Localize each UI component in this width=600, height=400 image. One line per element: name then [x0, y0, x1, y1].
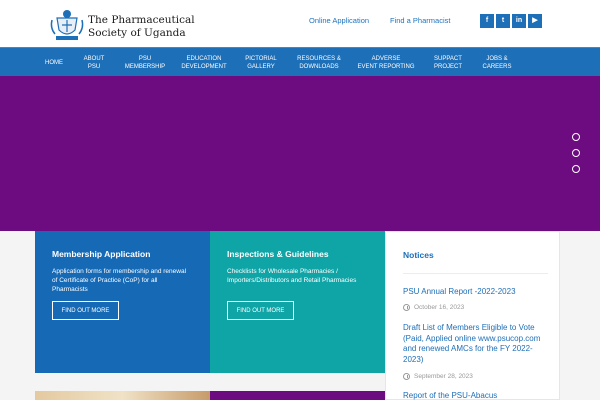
find-out-more-button[interactable]: FIND OUT MORE — [227, 301, 294, 320]
psu-logo-icon[interactable] — [49, 8, 85, 42]
nav-label: ABOUT — [83, 55, 105, 62]
clock-icon — [403, 304, 410, 311]
photo-tile[interactable] — [35, 391, 210, 400]
nav-label: DOWNLOADS — [299, 63, 339, 70]
slider-dot-1[interactable] — [572, 133, 580, 141]
nav-label: PSU — [138, 55, 152, 62]
main-nav: HOME ABOUT PSU PSU MEMBERSHIP EDUCATION DEV… — [0, 47, 600, 76]
card-title: Membership Application — [52, 249, 151, 259]
slider-dot-2[interactable] — [572, 149, 580, 157]
clock-icon — [403, 373, 410, 380]
find-pharmacist-link[interactable]: Find a Pharmacist — [390, 16, 450, 25]
card-title: Inspections & Guidelines — [227, 249, 329, 259]
notice-date: October 16, 2023 — [403, 304, 464, 311]
nav-label: CAREERS — [482, 63, 512, 70]
nav-label: PROJECT — [433, 63, 462, 70]
notices-panel: Notices PSU Annual Report -2022-2023 Oct… — [385, 231, 560, 400]
nav-label: GALLERY — [247, 63, 275, 70]
nav-item-pictorial-gallery[interactable]: PICTORIAL GALLERY — [240, 48, 282, 77]
nav-item-adverse-event-reporting[interactable]: ADVERSE EVENT REPORTING — [356, 48, 416, 77]
nav-item-about-psu[interactable]: ABOUT PSU — [78, 48, 110, 77]
youtube-icon[interactable]: ▶ — [528, 14, 542, 28]
nav-label: SUPPACT — [434, 55, 462, 62]
nav-label: ADVERSE — [371, 55, 401, 62]
nav-item-resources-downloads[interactable]: RESOURCES & DOWNLOADS — [294, 48, 344, 77]
nav-label: DEVELOPMENT — [181, 63, 227, 70]
card-text: Application forms for membership and ren… — [52, 268, 187, 293]
nav-item-jobs-careers[interactable]: JOBS & CAREERS — [478, 48, 516, 77]
nav-label: HOME — [45, 59, 63, 66]
notice-date-text: October 16, 2023 — [414, 304, 465, 311]
background-strip — [560, 231, 600, 400]
twitter-icon[interactable]: t — [496, 14, 510, 28]
find-out-more-button[interactable]: FIND OUT MORE — [52, 301, 119, 320]
nav-label: PSU — [87, 63, 101, 70]
online-application-link[interactable]: Online Application — [309, 16, 369, 25]
inspections-card: Inspections & Guidelines Checklists for … — [210, 231, 385, 373]
card-text: Checklists for Wholesale Pharmacies / Im… — [227, 268, 357, 284]
facebook-icon[interactable]: f — [480, 14, 494, 28]
purple-tile[interactable] — [210, 391, 385, 400]
nav-label: RESOURCES & — [297, 55, 341, 62]
nav-item-home[interactable]: HOME — [40, 48, 68, 77]
nav-item-psu-membership[interactable]: PSU MEMBERSHIP — [122, 48, 168, 77]
nav-label: PICTORIAL — [245, 55, 277, 62]
notice-link[interactable]: PSU Annual Report -2022-2023 — [403, 287, 543, 298]
divider — [403, 273, 548, 274]
notice-link[interactable]: Report of the PSU-Abacus — [403, 391, 543, 400]
site-name-line2: Society of Uganda — [88, 27, 186, 39]
hero-slider — [0, 76, 600, 231]
site-header: The Pharmaceutical Society of Uganda Onl… — [0, 0, 600, 47]
nav-label: EVENT REPORTING — [357, 63, 415, 70]
notice-link[interactable]: Draft List of Members Eligible to Vote (… — [403, 323, 543, 365]
linkedin-icon[interactable]: in — [512, 14, 526, 28]
nav-item-suppact-project[interactable]: SUPPACT PROJECT — [428, 48, 468, 77]
nav-label: MEMBERSHIP — [124, 63, 166, 70]
site-name[interactable]: The Pharmaceutical Society of Uganda — [88, 14, 208, 40]
notice-date: September 28, 2023 — [403, 373, 473, 380]
notices-title: Notices — [403, 250, 434, 260]
site-name-line1: The Pharmaceutical — [88, 14, 195, 26]
notice-date-text: September 28, 2023 — [414, 373, 473, 380]
nav-item-education-development[interactable]: EDUCATION DEVELOPMENT — [180, 48, 228, 77]
nav-label: JOBS & — [486, 55, 508, 62]
nav-label: EDUCATION — [186, 55, 222, 62]
membership-card: Membership Application Application forms… — [35, 231, 210, 373]
slider-dot-3[interactable] — [572, 165, 580, 173]
